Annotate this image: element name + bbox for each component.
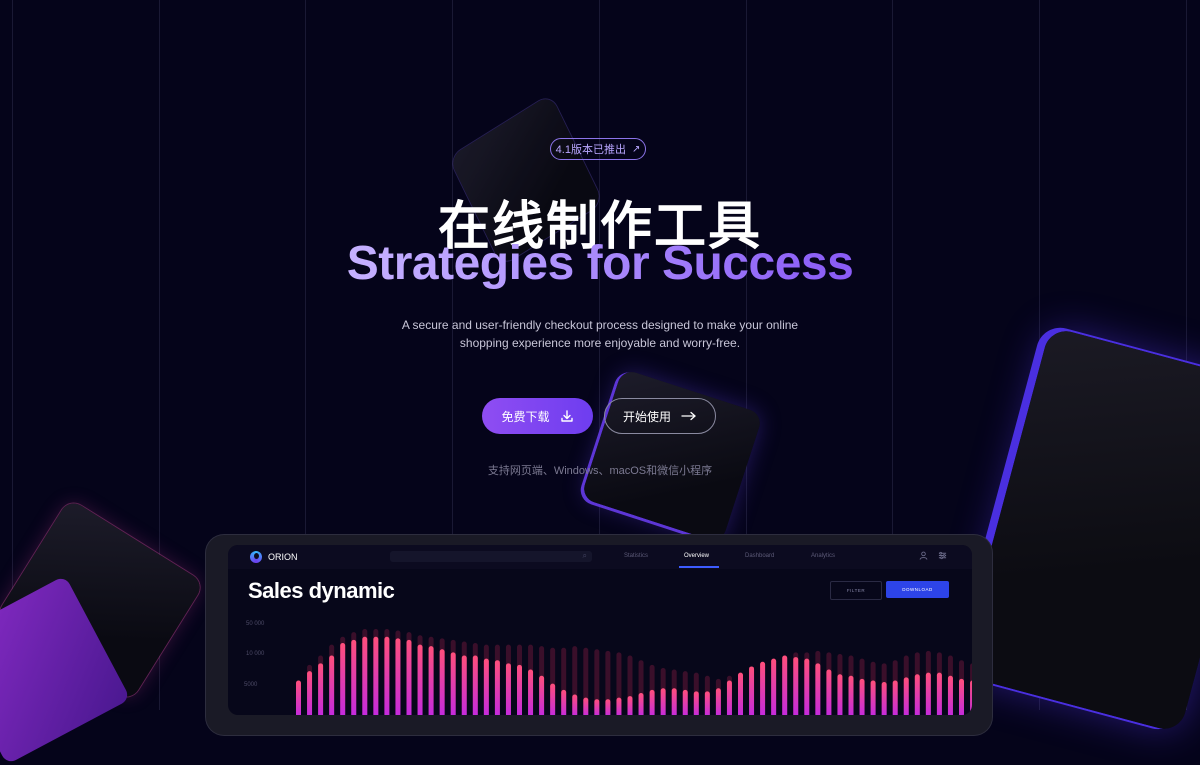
bar (749, 666, 755, 715)
bar (616, 697, 622, 715)
bar (793, 657, 799, 715)
bar (494, 660, 500, 715)
bar (351, 639, 357, 715)
version-badge-label: 4.1版本已推出 (555, 144, 626, 156)
bar (517, 664, 522, 715)
bar (715, 688, 721, 715)
bar (428, 646, 434, 715)
bar (782, 655, 788, 715)
bar (439, 649, 445, 715)
decorative-cube (957, 326, 1200, 734)
bar (671, 688, 677, 715)
bar (505, 663, 511, 715)
bar (947, 675, 953, 715)
bar (483, 658, 489, 715)
hero-subtitle: Strategies for Success (0, 236, 1200, 291)
bar (627, 696, 633, 715)
bar (395, 638, 401, 715)
bar (472, 655, 478, 715)
dashboard-screen: ORION ⌕ Statistics Overview Dashboard An… (228, 545, 972, 715)
bar (848, 675, 854, 715)
bar (760, 661, 766, 715)
download-icon (560, 410, 573, 422)
bar (804, 658, 810, 715)
bar (682, 689, 688, 715)
bar (738, 672, 743, 715)
bar (362, 636, 368, 715)
bar (550, 683, 556, 715)
bar (936, 672, 942, 715)
bar (605, 699, 611, 715)
sales-bar-chart (296, 629, 972, 715)
bar (329, 655, 335, 715)
download-button-label: 免费下载 (501, 409, 550, 424)
bar (450, 652, 456, 715)
arrow-up-right-icon: ↗ (631, 143, 641, 155)
platform-support-text: 支持网页端、Windows、macOS和微信小程序 (487, 465, 713, 477)
bar (771, 658, 777, 715)
bar (406, 639, 412, 715)
bar (914, 674, 920, 715)
download-button[interactable]: 免费下载 (482, 398, 593, 434)
bar (881, 682, 887, 715)
hero-description: A secure and user-friendly checkout proc… (390, 316, 810, 352)
get-started-button[interactable]: 开始使用 (604, 398, 716, 434)
decorative-cube (580, 368, 764, 544)
hero-description-line: A secure and user-friendly checkout proc… (401, 318, 799, 332)
bar (638, 692, 644, 715)
get-started-button-label: 开始使用 (622, 409, 671, 424)
bar (461, 655, 467, 715)
bar (318, 663, 324, 715)
bar (340, 643, 346, 715)
bar (417, 644, 423, 715)
bar (660, 688, 666, 715)
bar (539, 675, 545, 715)
version-badge[interactable]: 4.1版本已推出 ↗ (550, 138, 646, 160)
hero-description-line: shopping experience more enjoyable and w… (459, 336, 741, 350)
bar (572, 694, 578, 715)
bar (384, 636, 390, 715)
bar (649, 689, 655, 715)
bar (307, 671, 313, 715)
arrow-right-icon (681, 411, 696, 421)
bar (925, 672, 931, 715)
bar (693, 691, 699, 715)
bar (561, 689, 567, 715)
bar (837, 674, 843, 715)
bar (903, 677, 909, 715)
bar (594, 699, 600, 715)
bar (704, 691, 710, 715)
bar (583, 697, 589, 715)
bar (826, 669, 832, 715)
bar (528, 669, 534, 715)
bar (373, 636, 379, 715)
bar (815, 663, 821, 715)
